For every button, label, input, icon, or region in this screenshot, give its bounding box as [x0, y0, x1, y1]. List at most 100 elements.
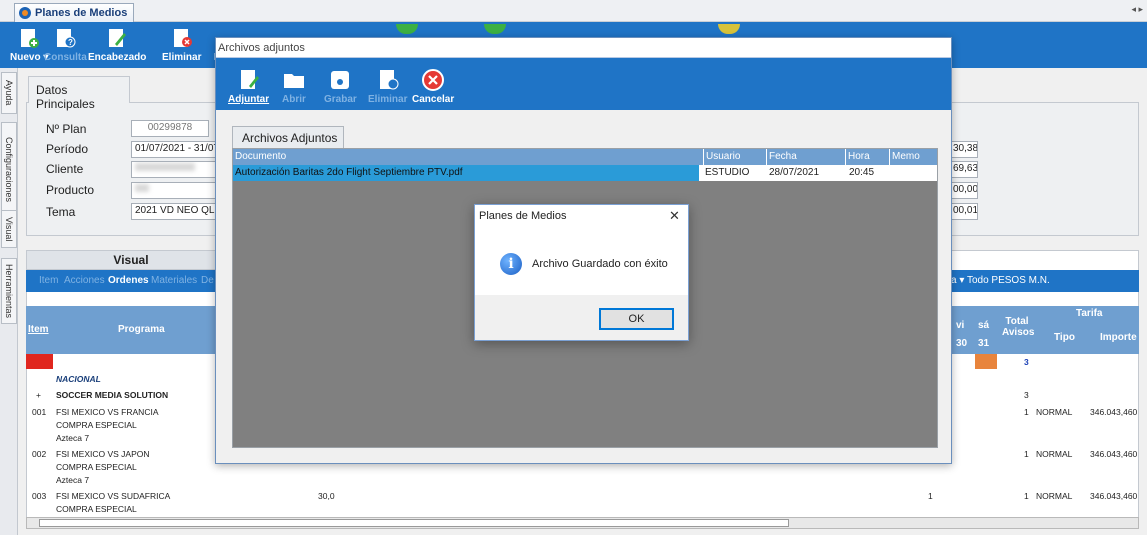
menu-de[interactable]: De [201, 275, 214, 286]
cliente-field[interactable] [131, 161, 217, 178]
row-total: 1 [1024, 449, 1029, 459]
attach-document-icon [237, 68, 261, 92]
tema-field[interactable]: 2021 VD NEO QLED [131, 203, 217, 220]
currency-selector[interactable]: a ▾ Todo PESOS M.N. [951, 275, 1050, 286]
delete-document-icon [376, 68, 400, 92]
plan-label: Nº Plan [46, 122, 87, 136]
col-item-header[interactable]: Item [28, 324, 49, 335]
group-expand-icon[interactable]: + [36, 390, 41, 400]
attachment-documento: Autorización Baritas 2do Flight Septiemb… [233, 165, 699, 181]
menu-item[interactable]: Item [39, 275, 58, 286]
archivos-adjuntos-tab[interactable]: Archivos Adjuntos [232, 126, 344, 148]
message-title: Planes de Medios [479, 210, 567, 222]
row-importe: 346.043,460 [1090, 407, 1138, 417]
row-item: 001 [32, 407, 47, 417]
menu-materiales[interactable]: Materiales [151, 275, 197, 286]
col-memo: Memo [889, 149, 920, 165]
cancelar-button[interactable]: Cancelar [412, 62, 454, 108]
row-item: 003 [32, 491, 47, 501]
datos-principales-tab[interactable]: Datos Principales [28, 76, 130, 111]
save-icon [328, 68, 352, 92]
menu-acciones[interactable]: Acciones [64, 275, 105, 286]
eliminar-adjunto-button[interactable]: Eliminar [368, 62, 407, 108]
delete-document-icon [170, 26, 194, 50]
row-line2: COMPRA ESPECIAL [56, 462, 137, 472]
abrir-label: Abrir [282, 94, 306, 105]
abrir-button[interactable]: Abrir [282, 62, 306, 108]
right-field-4: 00,01 [950, 203, 978, 220]
cancelar-label: Cancelar [412, 94, 455, 105]
row-line2: COMPRA ESPECIAL [56, 420, 137, 430]
adjuntar-button[interactable]: Adjuntar [228, 62, 269, 108]
sidebar-tab-herramientas[interactable]: Herramientas [1, 258, 17, 324]
col-documento: Documento [235, 151, 287, 162]
tema-label: Tema [46, 205, 76, 219]
col-tarifa-header: Tarifa [1076, 308, 1103, 319]
menu-ordenes[interactable]: Ordenes [108, 275, 149, 286]
toolbar-green-icon-2 [484, 24, 506, 34]
row-tipo: NORMAL [1036, 407, 1073, 417]
tab-label: Archivos Adjuntos [242, 131, 338, 145]
horizontal-scrollbar[interactable] [26, 517, 1139, 529]
datos-title: Datos Principales [36, 83, 95, 111]
info-icon: i [500, 253, 522, 275]
close-icon[interactable]: ✕ [669, 208, 680, 224]
encabezado-label: Encabezado [88, 52, 147, 63]
col-total-header: Total Avisos [1002, 316, 1035, 338]
right-field-3: 00,00 [950, 182, 978, 199]
grid-header-left: Item Programa [26, 306, 216, 354]
tab-scroll-icon[interactable]: ◂ ▸ [1131, 4, 1143, 15]
nuevo-button[interactable]: Nuevo ▾ [10, 24, 48, 66]
attachment-hora: 20:45 [849, 167, 875, 178]
red-marker [26, 354, 53, 369]
ok-button[interactable]: OK [599, 308, 674, 330]
message-text: Archivo Guardado con éxito [532, 258, 668, 270]
tab-planes-de-medios[interactable]: Planes de Medios [14, 3, 135, 22]
periodo-field[interactable]: 01/07/2021 - 31/07 [131, 141, 217, 158]
producto-field[interactable] [131, 182, 217, 199]
ok-label: OK [628, 313, 645, 325]
adjuntar-label: Adjuntar [228, 94, 270, 105]
encabezado-button[interactable]: Encabezado [88, 24, 146, 66]
cancel-icon [421, 68, 445, 92]
grabar-button[interactable]: Grabar [324, 62, 357, 108]
dialog-title: Archivos adjuntos [218, 42, 305, 54]
app-logo-icon [19, 7, 31, 19]
col-tipo-header: Tipo [1054, 332, 1075, 343]
row-extra-value: 30,0 [318, 491, 335, 501]
grid-header-right: vi sá 30 31 Total Avisos Tarifa Tipo Imp… [952, 306, 1139, 354]
day-31: 31 [978, 338, 990, 349]
col-importe-header: Importe [1100, 332, 1137, 343]
document-tab-bar: Planes de Medios ◂ ▸ [0, 0, 1147, 22]
left-sidebar: Ayuda Configuraciones Visual Herramienta… [0, 68, 18, 535]
right-field-1: 30,38 [950, 141, 978, 158]
row-line3: Azteca 7 [56, 433, 90, 443]
attachment-row[interactable]: Autorización Baritas 2do Flight Septiemb… [233, 165, 937, 181]
consulta-button[interactable]: ? Consulta [44, 24, 87, 66]
dialog-titlebar: Archivos adjuntos [216, 38, 951, 58]
eliminar-adjunto-label: Eliminar [368, 94, 408, 105]
day-sa: sá [978, 320, 990, 331]
sidebar-tab-ayuda[interactable]: Ayuda [1, 72, 17, 114]
sidebar-tab-visual[interactable]: Visual [1, 210, 17, 248]
folder-open-icon [282, 68, 306, 92]
col-hora: Hora [845, 149, 870, 165]
nacional-label: NACIONAL [56, 374, 101, 384]
edit-document-icon [105, 26, 129, 50]
new-document-icon [17, 26, 41, 50]
tab-label: Planes de Medios [35, 7, 128, 19]
col-programa-header[interactable]: Programa [118, 324, 165, 335]
row-importe: 346.043,460 [1090, 491, 1138, 501]
plan-field[interactable]: 00299878 [131, 120, 209, 137]
scrollbar-thumb[interactable] [39, 519, 789, 527]
eliminar-button[interactable]: Eliminar [162, 24, 201, 66]
row-line2: COMPRA ESPECIAL [56, 504, 137, 514]
cliente-label: Cliente [46, 162, 84, 176]
sidebar-tab-configuraciones[interactable]: Configuraciones [1, 122, 17, 218]
attachment-usuario: ESTUDIO [705, 167, 750, 178]
row-tipo: NORMAL [1036, 449, 1073, 459]
sidebar-tab-label: Configuraciones [4, 137, 14, 203]
toolbar-yellow-icon [718, 24, 740, 34]
attachments-header: Documento Usuario Fecha Hora Memo [233, 149, 937, 165]
visual-title: Visual [113, 253, 149, 267]
